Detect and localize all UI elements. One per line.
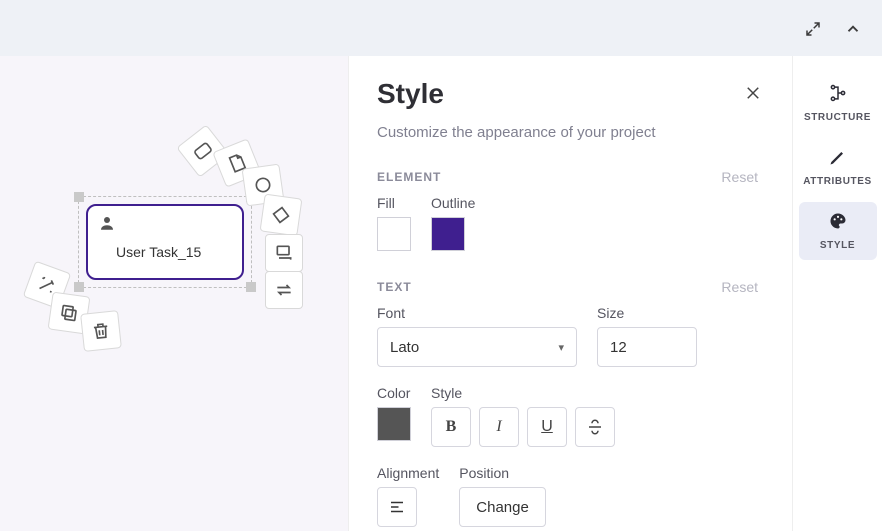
ctx-add-diamond[interactable]	[260, 194, 303, 237]
size-label: Size	[597, 305, 697, 321]
resize-handle-se[interactable]	[246, 282, 256, 292]
strikethrough-button[interactable]	[575, 407, 615, 447]
font-select[interactable]: Lato ▾	[377, 327, 577, 367]
text-heading: TEXT	[377, 280, 412, 294]
close-icon[interactable]	[744, 84, 762, 107]
outline-label: Outline	[431, 195, 475, 211]
tab-style-label: STYLE	[820, 240, 855, 251]
tab-style[interactable]: STYLE	[799, 202, 877, 260]
font-value: Lato	[390, 339, 419, 356]
style-panel: Style Customize the appearance of your p…	[348, 56, 792, 531]
bold-button[interactable]: B	[431, 407, 471, 447]
collapse-chevron-icon[interactable]	[842, 18, 864, 40]
alignment-label: Alignment	[377, 465, 439, 481]
panel-subtitle: Customize the appearance of your project	[377, 124, 764, 141]
user-task-node[interactable]: User Task_15	[86, 204, 244, 280]
element-reset[interactable]: Reset	[721, 169, 758, 185]
user-icon	[98, 214, 116, 237]
tab-structure[interactable]: STRUCTURE	[799, 74, 877, 132]
text-reset[interactable]: Reset	[721, 279, 758, 295]
resize-handle-sw[interactable]	[74, 282, 84, 292]
panel-title: Style	[377, 78, 764, 110]
text-color-swatch[interactable]	[377, 407, 411, 441]
outline-swatch[interactable]	[431, 217, 465, 251]
ctx-swap-direction[interactable]	[265, 271, 303, 309]
panel-splitter[interactable]	[348, 366, 353, 414]
font-label: Font	[377, 305, 577, 321]
palette-icon	[828, 211, 848, 236]
fill-swatch[interactable]	[377, 217, 411, 251]
ctx-delete[interactable]	[80, 310, 122, 352]
position-change-button[interactable]: Change	[459, 487, 546, 527]
size-value: 12	[610, 339, 627, 356]
underline-button[interactable]: U	[527, 407, 567, 447]
resize-handle-nw[interactable]	[74, 192, 84, 202]
ctx-insert-below[interactable]	[265, 234, 303, 272]
size-input[interactable]: 12	[597, 327, 697, 367]
color-label: Color	[377, 385, 411, 401]
structure-icon	[828, 83, 848, 108]
canvas[interactable]: User Task_15	[0, 56, 348, 531]
alignment-button[interactable]	[377, 487, 417, 527]
tab-attributes-label: ATTRIBUTES	[803, 176, 872, 187]
fill-label: Fill	[377, 195, 411, 211]
top-toolbar	[0, 0, 882, 56]
position-label: Position	[459, 465, 546, 481]
expand-icon[interactable]	[802, 18, 824, 40]
element-heading: ELEMENT	[377, 170, 441, 184]
style-label: Style	[431, 385, 615, 401]
tab-structure-label: STRUCTURE	[804, 112, 871, 123]
node-label: User Task_15	[116, 244, 201, 260]
right-tab-rail: STRUCTURE ATTRIBUTES STYLE	[792, 56, 882, 531]
italic-button[interactable]: I	[479, 407, 519, 447]
pencil-icon	[828, 147, 848, 172]
chevron-down-icon: ▾	[558, 341, 564, 354]
tab-attributes[interactable]: ATTRIBUTES	[799, 138, 877, 196]
